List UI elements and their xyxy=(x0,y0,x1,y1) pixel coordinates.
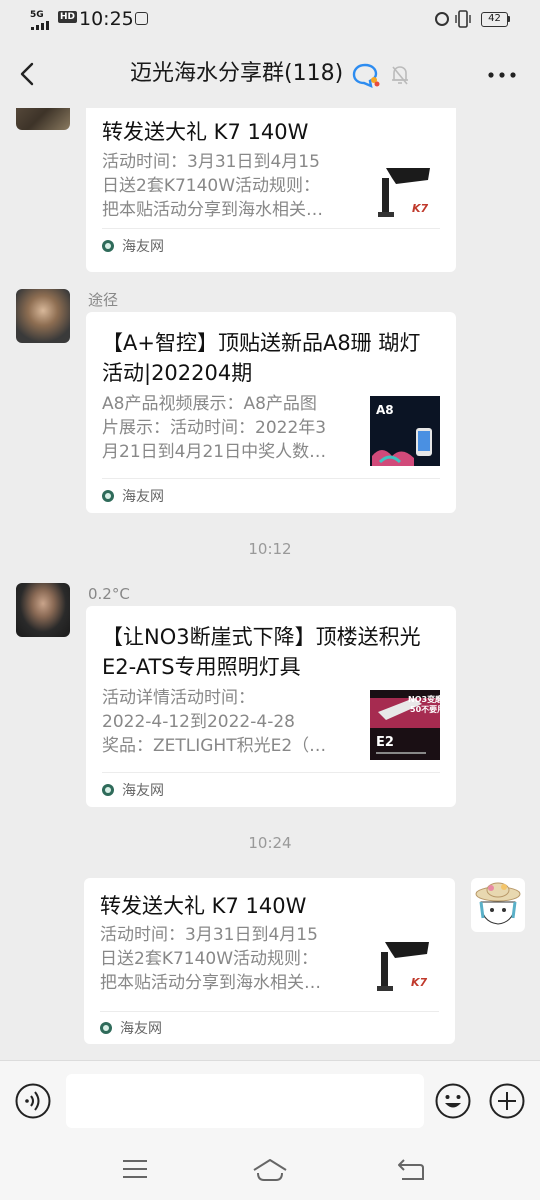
avatar[interactable] xyxy=(16,583,70,637)
plus-icon[interactable] xyxy=(489,1083,525,1119)
signal-icon xyxy=(31,20,55,30)
card-divider xyxy=(100,1011,439,1012)
menu-icon[interactable] xyxy=(121,1158,149,1180)
vibrate-icon xyxy=(455,10,471,28)
card-title: 【A+智控】顶贴送新品A8珊 瑚灯活动|202204期 xyxy=(102,331,421,385)
voice-icon[interactable] xyxy=(15,1083,51,1119)
card-divider xyxy=(102,772,440,773)
message-input[interactable] xyxy=(66,1074,424,1128)
card-divider xyxy=(102,478,440,479)
card-description: 活动详情活动时间： 2022-4-12到2022-4-28 奖品：ZETLIGH… xyxy=(102,688,327,756)
source-logo-icon xyxy=(102,784,114,796)
link-card[interactable]: 【A+智控】顶贴送新品A8珊 瑚灯活动|202204期 A8产品视频展示：A8产… xyxy=(86,312,456,513)
qq-icon[interactable] xyxy=(351,62,381,88)
sender-name: 0.2°C xyxy=(88,585,130,603)
card-title: 转发送大礼 K7 140W xyxy=(102,120,309,144)
message-list[interactable]: 转发送大礼 K7 140W 活动时间：3月31日到4月15 日送2套K7140W… xyxy=(0,108,540,1060)
source-name: 海友网 xyxy=(122,489,164,505)
svg-text:NO3变磨: NO3变磨 xyxy=(408,694,440,704)
system-navigation-bar xyxy=(0,1140,540,1200)
avatar[interactable] xyxy=(16,108,70,130)
svg-text:K7: K7 xyxy=(412,202,429,215)
card-thumbnail: K7 xyxy=(369,930,439,1000)
hd-badge: HD xyxy=(58,11,78,23)
notification-app-icon xyxy=(135,12,148,25)
card-description: 活动时间：3月31日到4月15 日送2套K7140W活动规则： 把本贴活动分享到… xyxy=(102,152,323,220)
battery-nub xyxy=(508,16,510,22)
thumb-text: A8 xyxy=(376,403,394,417)
source-name: 海友网 xyxy=(120,1021,162,1037)
svg-text:K7: K7 xyxy=(411,976,428,989)
emoji-icon[interactable] xyxy=(435,1083,471,1119)
card-source: 海友网 xyxy=(102,782,164,800)
sender-name: 途径 xyxy=(88,291,119,309)
battery-icon: 42 xyxy=(481,12,508,27)
card-source: 海友网 xyxy=(100,1020,162,1038)
input-bar xyxy=(0,1060,540,1140)
alarm-icon xyxy=(435,12,449,26)
status-time: 10:25 xyxy=(79,8,134,30)
source-logo-icon xyxy=(102,240,114,252)
card-thumbnail: NO3变磨 50不要用 E2 xyxy=(370,690,440,760)
back-icon[interactable] xyxy=(18,62,38,86)
more-icon[interactable] xyxy=(488,72,516,78)
card-description: A8产品视频展示：A8产品图 片展示：活动时间：2022年3 月21日到4月21… xyxy=(102,394,327,462)
source-logo-icon xyxy=(100,1022,112,1034)
link-card[interactable]: 转发送大礼 K7 140W 活动时间：3月31日到4月15 日送2套K7140W… xyxy=(86,108,456,272)
card-thumbnail: K7 xyxy=(370,156,440,226)
svg-text:50不要用: 50不要用 xyxy=(410,705,440,714)
card-source: 海友网 xyxy=(102,238,164,256)
card-title: 【让NO3断崖式下降】顶楼送积光E2-ATS专用照明灯具 xyxy=(102,625,421,679)
source-name: 海友网 xyxy=(122,783,164,799)
card-divider xyxy=(102,228,440,229)
back-nav-icon[interactable] xyxy=(396,1156,426,1182)
home-icon[interactable] xyxy=(252,1156,288,1182)
self-avatar[interactable] xyxy=(471,878,525,932)
card-description: 活动时间：3月31日到4月15 日送2套K7140W活动规则： 把本贴活动分享到… xyxy=(100,925,321,993)
timestamp: 10:12 xyxy=(248,540,292,558)
link-card[interactable]: 【让NO3断崖式下降】顶楼送积光E2-ATS专用照明灯具 活动详情活动时间： 2… xyxy=(86,606,456,807)
card-source: 海友网 xyxy=(102,488,164,506)
chat-header: 迈光海水分享群(118) xyxy=(0,40,540,108)
link-card[interactable]: 转发送大礼 K7 140W 活动时间：3月31日到4月15 日送2套K7140W… xyxy=(84,878,455,1044)
thumb-text: E2 xyxy=(376,735,394,750)
avatar[interactable] xyxy=(16,289,70,343)
mute-icon xyxy=(392,66,408,85)
card-thumbnail: A8 xyxy=(370,396,440,466)
card-title: 转发送大礼 K7 140W xyxy=(100,894,307,918)
status-bar: 5G HD 10:25 42 xyxy=(0,0,540,40)
chat-title: 迈光海水分享群(118) xyxy=(130,61,344,86)
timestamp: 10:24 xyxy=(248,834,292,852)
network-type: 5G xyxy=(30,10,44,20)
source-logo-icon xyxy=(102,490,114,502)
source-name: 海友网 xyxy=(122,239,164,255)
